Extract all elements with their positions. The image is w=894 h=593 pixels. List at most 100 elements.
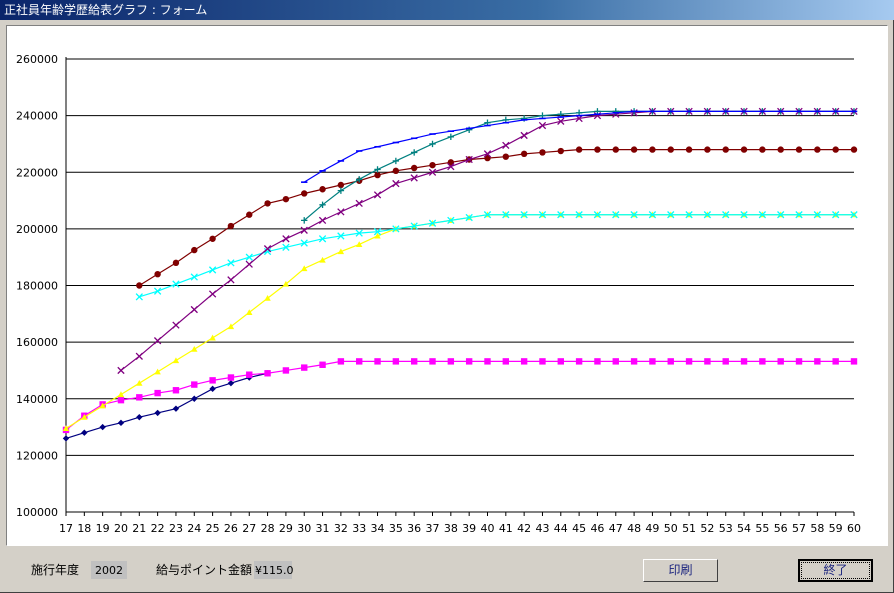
year-label: 施行年度 (31, 563, 80, 577)
y-tick-label-200000: 200000 (16, 223, 58, 236)
series-4-point-24 (191, 246, 198, 254)
x-tick-label-20: 20 (114, 522, 128, 535)
series-2-point-33 (356, 358, 363, 365)
x-tick-label-49: 49 (645, 522, 659, 535)
x-tick-label-40: 40 (480, 522, 494, 535)
series-4-point-35 (392, 167, 400, 175)
series-4-point-59 (832, 146, 839, 153)
series-2-point-42 (520, 358, 528, 365)
x-tick-label-29: 29 (279, 522, 293, 535)
y-tick-label-100000: 100000 (16, 506, 58, 519)
x-tick-label-44: 44 (554, 522, 568, 535)
x-tick-label-39: 39 (462, 522, 476, 535)
series-2-point-57 (795, 358, 803, 365)
x-tick-label-55: 55 (755, 522, 769, 535)
series-1-point-17 (62, 435, 70, 442)
series-4-point-46 (594, 146, 601, 153)
series-2-point-56 (777, 358, 784, 365)
x-tick-label-43: 43 (535, 522, 549, 535)
x-tick-label-34: 34 (371, 522, 385, 535)
x-tick-label-47: 47 (609, 522, 623, 535)
series-3-point-20 (117, 391, 125, 398)
series-2-point-41 (502, 358, 510, 365)
series-7-point-38 (447, 133, 455, 141)
series-4-point-44 (557, 147, 564, 155)
x-tick-label-22: 22 (151, 522, 165, 535)
series-4-point-42 (520, 150, 528, 158)
series-2-point-45 (575, 358, 583, 365)
series-5-point-21 (135, 293, 143, 301)
series-6-point-33 (355, 199, 363, 208)
series-1-point-26 (227, 379, 235, 387)
print-button[interactable]: 印刷 (643, 559, 718, 582)
series-2-point-59 (832, 358, 839, 365)
series-4-point-41 (502, 153, 510, 160)
series-4-point-55 (759, 146, 766, 153)
series-2-point-55 (759, 358, 766, 365)
x-tick-label-30: 30 (297, 522, 311, 535)
point-label: 給与ポイント金額 (156, 563, 253, 577)
series-2-line (65, 360, 854, 431)
series-2-point-52 (704, 358, 711, 365)
series-5 (135, 211, 858, 301)
x-tick-label-45: 45 (572, 522, 586, 535)
series-3-point-24 (191, 346, 198, 352)
x-tick-label-42: 42 (517, 522, 531, 535)
series-2-point-54 (740, 358, 748, 365)
status-bar: 施行年度 2002 給与ポイント金額 ¥115.0 印刷 終了 (6, 550, 888, 590)
series-5-point-23 (172, 280, 180, 288)
x-tick-label-37: 37 (426, 522, 440, 535)
x-tick-label-53: 53 (719, 522, 733, 535)
x-tick-label-28: 28 (261, 522, 275, 535)
close-button[interactable]: 終了 (798, 559, 873, 582)
y-tick-label-240000: 240000 (16, 110, 58, 123)
series-3 (62, 211, 858, 432)
series-5-line (139, 214, 854, 298)
series-5-point-24 (190, 273, 198, 281)
series-6-point-34 (373, 191, 382, 199)
series-2-point-21 (136, 394, 143, 401)
series-6-point-30 (300, 226, 308, 234)
series-4-point-50 (667, 146, 674, 153)
series-6-point-35 (392, 179, 400, 188)
x-tick-label-26: 26 (224, 522, 238, 535)
x-tick-label-59: 59 (829, 522, 843, 535)
series-4-point-30 (301, 190, 308, 197)
series-2-point-24 (191, 381, 198, 388)
series-7-point-34 (374, 166, 381, 173)
x-tick-label-31: 31 (316, 522, 330, 535)
x-tick-label-38: 38 (444, 522, 458, 535)
x-tick-label-17: 17 (59, 522, 73, 535)
series-2-point-47 (612, 358, 619, 365)
series-5-point-27 (245, 253, 253, 261)
series-7 (301, 108, 858, 224)
series-3-point-23 (172, 357, 180, 364)
series-2-point-32 (337, 358, 345, 365)
series-1-point-25 (209, 385, 216, 393)
series-1-line (65, 372, 268, 439)
series-4-point-51 (685, 146, 693, 153)
series-3-point-25 (209, 334, 216, 341)
series-4-point-56 (777, 146, 784, 153)
x-tick-label-51: 51 (682, 522, 696, 535)
x-tick-label-46: 46 (590, 522, 604, 535)
x-tick-label-36: 36 (407, 522, 421, 535)
chart-panel: 100000 120000 140000 160000 180000 200000 2200… (6, 25, 888, 546)
series-6-point-22 (153, 337, 162, 345)
series-2-point-26 (227, 374, 235, 381)
title-bar[interactable]: 正社員年齢学歴給表グラフ : フォーム (0, 0, 894, 20)
series-5-point-25 (208, 266, 217, 274)
series-2 (62, 358, 858, 434)
series-6-point-27 (245, 260, 253, 268)
x-tick-label-19: 19 (96, 522, 110, 535)
series-6-point-26 (227, 276, 235, 284)
x-tick-label-24: 24 (187, 522, 201, 535)
x-tick-label-35: 35 (389, 522, 403, 535)
x-tick-label-32: 32 (334, 522, 348, 535)
series-7-point-35 (392, 157, 400, 165)
series-3-point-21 (136, 379, 143, 386)
x-tick-label-18: 18 (77, 522, 91, 535)
series-6-point-29 (282, 235, 290, 243)
series-4-point-37 (429, 161, 436, 169)
series-2-point-38 (447, 358, 455, 365)
